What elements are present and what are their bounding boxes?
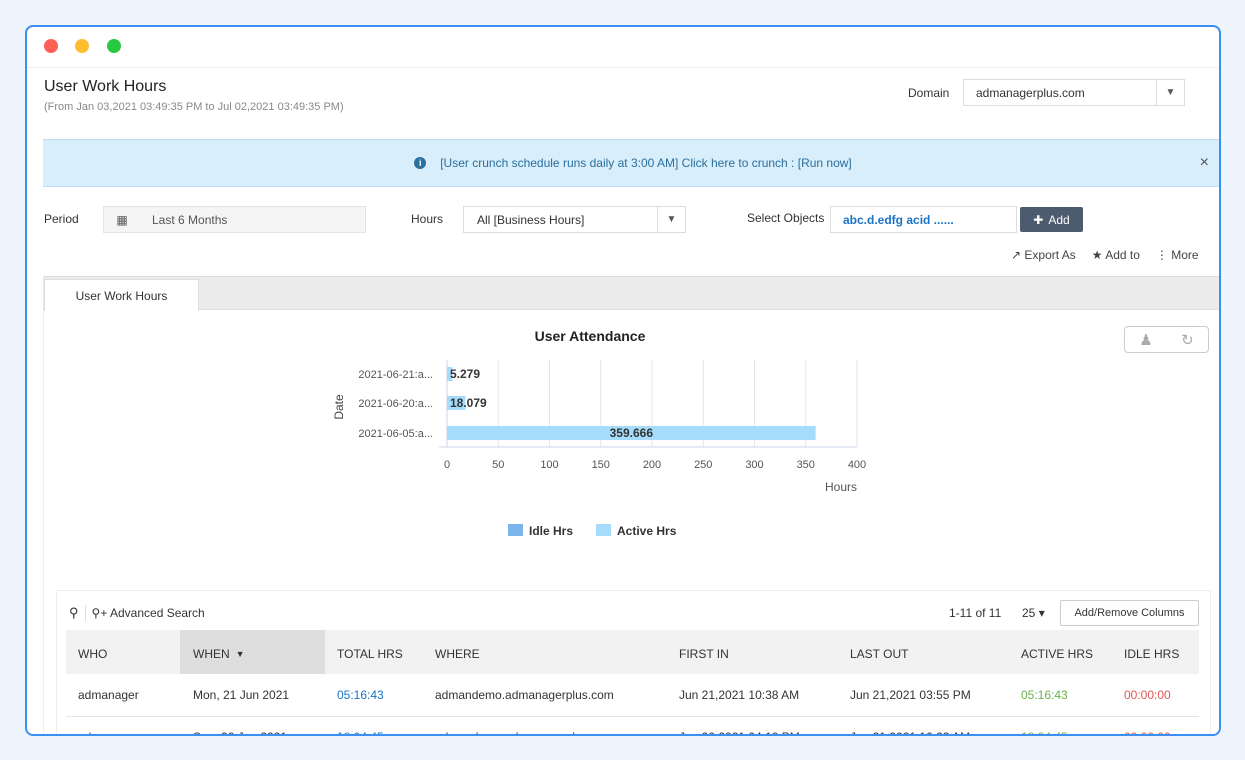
app-window: User Work Hours (From Jan 03,2021 03:49:…: [25, 25, 1221, 736]
add-search-icon: ⚲+: [91, 606, 108, 620]
y-tick-label: 2021-06-20:a...: [358, 398, 433, 410]
add-remove-columns-button[interactable]: Add/Remove Columns: [1060, 600, 1199, 626]
column-label: LAST OUT: [850, 647, 909, 661]
table-cell: admandemo.admanagerplus.com: [435, 730, 614, 734]
data-label: 5.279: [450, 367, 480, 381]
table-cell: 00:00:00: [1124, 730, 1171, 734]
advanced-search-button[interactable]: ⚲+ Advanced Search: [92, 606, 205, 620]
legend-swatch: [508, 524, 523, 536]
data-label: 18.079: [450, 396, 487, 410]
page-size-value: 25: [1022, 606, 1036, 620]
table-cell: Jun 21,2021 10:22 AM: [850, 730, 970, 734]
column-label: WHERE: [435, 647, 480, 661]
column-header-when[interactable]: WHEN ▼: [193, 632, 245, 676]
x-tick-label: 150: [592, 459, 610, 471]
column-label: WHEN: [193, 647, 230, 661]
column-label: ACTIVE HRS: [1021, 647, 1094, 661]
table-cell: 18:04:45: [1021, 730, 1068, 734]
table-cell[interactable]: 18:04:45: [337, 730, 384, 734]
column-label: FIRST IN: [679, 647, 729, 661]
column-label: WHO: [78, 647, 108, 661]
column-header-total-hrs[interactable]: TOTAL HRS: [337, 632, 403, 676]
table-cell: Mon, 21 Jun 2021: [193, 688, 290, 702]
table-cell: admandemo.admanagerplus.com: [435, 688, 614, 702]
x-tick-label: 300: [745, 459, 763, 471]
table-cell: 00:00:00: [1124, 688, 1171, 702]
table-cell: Jun 21,2021 03:55 PM: [850, 688, 971, 702]
legend-item[interactable]: Idle Hrs: [529, 524, 573, 538]
sort-desc-icon: ▼: [235, 649, 245, 659]
column-header-first-in[interactable]: FIRST IN: [679, 632, 729, 676]
x-tick-label: 250: [694, 459, 712, 471]
search-icon[interactable]: ⚲: [69, 605, 79, 621]
column-header-who[interactable]: WHO: [78, 632, 107, 676]
table-cell: Jun 20,2021 04:10 PM: [679, 730, 800, 734]
table-cell[interactable]: 05:16:43: [337, 688, 384, 702]
advanced-search-label: Advanced Search: [110, 606, 205, 620]
column-label: TOTAL HRS: [337, 647, 403, 661]
legend-swatch: [596, 524, 611, 536]
y-tick-label: 2021-06-05:a...: [358, 428, 433, 440]
column-header-active-hrs[interactable]: ACTIVE HRS: [1021, 632, 1093, 676]
x-tick-label: 400: [848, 459, 866, 471]
x-axis-title: Hours: [825, 480, 857, 494]
table-cell: admanager: [78, 688, 139, 702]
pagination: 1-11 of 11: [949, 606, 1002, 620]
data-label: 359.666: [610, 426, 654, 440]
y-axis-title: Date: [332, 394, 346, 420]
x-tick-label: 50: [492, 459, 504, 471]
table-cell: 05:16:43: [1021, 688, 1068, 702]
x-tick-label: 0: [444, 459, 450, 471]
column-header-last-out[interactable]: LAST OUT: [850, 632, 908, 676]
x-tick-label: 100: [540, 459, 558, 471]
page-size-select[interactable]: 25 ▾: [1022, 606, 1045, 620]
chart-title: User Attendance: [535, 328, 646, 344]
table-cell: admanager: [78, 730, 139, 734]
column-header-where[interactable]: WHERE: [435, 632, 480, 676]
column-header-idle-hrs[interactable]: IDLE HRS: [1124, 632, 1179, 676]
table-cell: Jun 21,2021 10:38 AM: [679, 688, 800, 702]
legend-item[interactable]: Active Hrs: [617, 524, 677, 538]
column-label: IDLE HRS: [1124, 647, 1180, 661]
table-cell: Sun, 20 Jun 2021: [193, 730, 287, 734]
x-tick-label: 350: [797, 459, 815, 471]
x-tick-label: 200: [643, 459, 661, 471]
attendance-chart: User Attendance Date Hours 0 50 100 150 200 2…: [332, 328, 866, 538]
y-tick-label: 2021-06-21:a...: [358, 369, 433, 381]
